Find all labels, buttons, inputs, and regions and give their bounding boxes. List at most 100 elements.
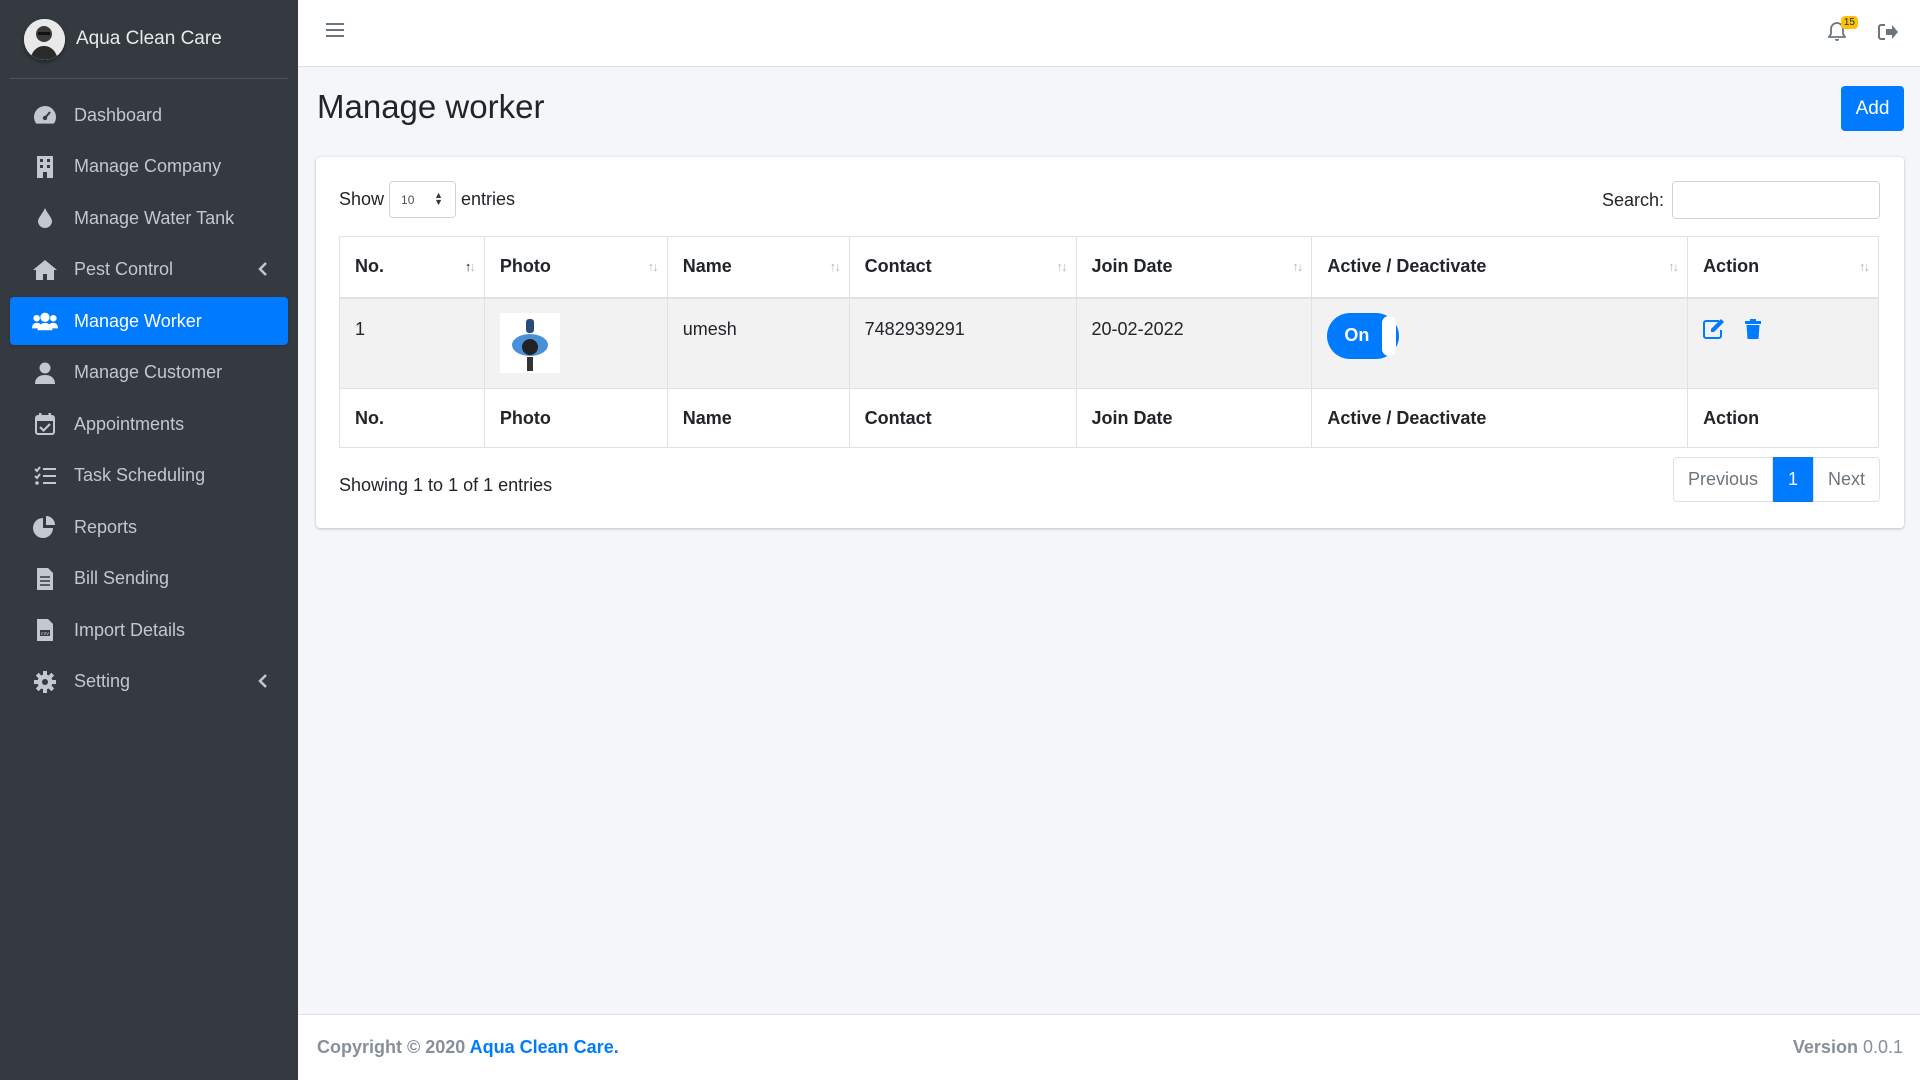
toggle-label: On [1344, 325, 1370, 345]
version-info: Version 0.0.1 [1793, 1037, 1903, 1058]
cell-join-date: 20-02-2022 [1075, 297, 1313, 389]
cell-photo [483, 297, 668, 389]
users-icon [32, 309, 58, 333]
page-1-button[interactable]: 1 [1773, 457, 1813, 502]
sort-asc-icon: ↑↓ [464, 259, 476, 274]
tachometer-icon [32, 103, 58, 127]
header-label: No. [355, 256, 384, 277]
column-header-name[interactable]: Name ↑↓ [666, 236, 850, 299]
notifications-bell-icon[interactable]: 15 [1827, 16, 1858, 47]
chevron-left-icon [258, 260, 268, 281]
sidebar-item-appointments[interactable]: Appointments [10, 400, 288, 448]
sidebar-item-manage-water-tank[interactable]: Manage Water Tank [10, 194, 288, 242]
sort-icon: ↑↓ [647, 259, 659, 274]
edit-icon[interactable] [1703, 318, 1725, 344]
sidebar-item-bill-sending[interactable]: Bill Sending [10, 555, 288, 603]
sort-icon: ↑↓ [1056, 259, 1068, 274]
footer-active: Active / Deactivate [1311, 388, 1689, 448]
sidebar-item-manage-company[interactable]: Manage Company [10, 143, 288, 191]
footer-action: Action [1687, 388, 1879, 448]
sidebar-item-label: Bill Sending [74, 568, 170, 588]
search-label: Search: [1601, 189, 1664, 210]
entries-label: entries [461, 189, 516, 209]
column-header-no[interactable]: No. ↑↓ [339, 236, 485, 299]
column-header-contact[interactable]: Contact ↑↓ [848, 236, 1077, 299]
hamburger-menu-icon[interactable] [326, 22, 344, 43]
column-header-join-date[interactable]: Join Date ↑↓ [1075, 236, 1313, 299]
trash-icon[interactable] [1745, 318, 1762, 344]
sidebar: Aqua Clean Care Dashboard Manage Company… [0, 0, 298, 1080]
calendar-check-icon [32, 412, 58, 436]
building-icon [32, 155, 58, 179]
cell-status: On [1311, 297, 1689, 389]
logout-icon[interactable] [1878, 23, 1898, 46]
brand-link[interactable]: Aqua Clean Care [10, 0, 288, 79]
sidebar-nav: Dashboard Manage Company Manage Water Ta… [0, 91, 298, 706]
water-drop-icon [32, 206, 58, 230]
row-actions [1703, 318, 1878, 344]
sort-icon: ↑↓ [1859, 259, 1870, 274]
file-csv-icon: csv [32, 618, 58, 642]
sidebar-item-manage-customer[interactable]: Manage Customer [10, 349, 288, 397]
sidebar-item-label: Dashboard [74, 104, 163, 125]
chevron-left-icon [258, 672, 268, 693]
page-length-select[interactable]: 10 ▲ ▼ [389, 181, 457, 218]
sidebar-item-label: Reports [74, 516, 138, 537]
sidebar-item-label: Pest Control [74, 259, 174, 279]
sidebar-item-label: Task Scheduling [74, 465, 206, 485]
brand-avatar [24, 18, 65, 60]
notification-count-badge: 15 [1840, 16, 1858, 29]
home-icon [32, 258, 58, 282]
sidebar-item-pest-control[interactable]: Pest Control [10, 246, 288, 294]
company-link[interactable]: Aqua Clean Care. [470, 1037, 619, 1057]
cell-no: 1 [339, 297, 485, 389]
next-page-button[interactable]: Next [1813, 457, 1880, 502]
worker-photo [499, 312, 560, 373]
sidebar-item-dashboard[interactable]: Dashboard [10, 91, 288, 139]
top-navbar: 15 [298, 0, 1920, 67]
tasks-icon [32, 464, 58, 488]
header-label: Join Date [1091, 256, 1173, 277]
search-control: Search: [1602, 181, 1880, 219]
table-header-row: No. ↑↓ Photo ↑↓ Name ↑↓ Contact ↑↓ Join Date… [339, 236, 1879, 299]
sidebar-item-task-scheduling[interactable]: Task Scheduling [10, 452, 288, 500]
sort-icon: ↑↓ [1668, 259, 1679, 274]
cell-name: umesh [666, 297, 850, 389]
active-toggle[interactable]: On [1327, 312, 1400, 359]
header-label: Action [1703, 256, 1760, 277]
sort-icon: ↑↓ [1292, 259, 1303, 274]
sidebar-item-label: Manage Company [74, 156, 222, 176]
sidebar-item-setting[interactable]: Setting [10, 658, 288, 706]
workers-table: No. ↑↓ Photo ↑↓ Name ↑↓ Contact ↑↓ Join Date… [339, 236, 1879, 448]
version-number: 0.0.1 [1862, 1037, 1903, 1057]
header-label: Active / Deactivate [1327, 256, 1487, 277]
add-worker-button[interactable]: Add [1841, 86, 1904, 131]
user-icon [32, 361, 58, 385]
table-row: 1 umesh 7482939291 20-02-2022 On [339, 297, 1879, 389]
sidebar-item-label: Import Details [74, 619, 186, 640]
footer-name: Name [666, 388, 850, 448]
column-header-active[interactable]: Active / Deactivate ↑↓ [1311, 236, 1689, 299]
sidebar-item-import-details[interactable]: csv Import Details [10, 606, 288, 654]
main-content: Manage worker Add Show 10 ▲ ▼ entries Sea… [298, 67, 1920, 1014]
header-label: Photo [499, 256, 551, 277]
sidebar-item-label: Manage Water Tank [74, 207, 235, 228]
show-label: Show [339, 189, 385, 209]
sidebar-item-label: Manage Worker [74, 310, 202, 331]
footer: Copyright © 2020 Aqua Clean Care. Versio… [298, 1014, 1920, 1080]
search-input[interactable] [1672, 181, 1880, 219]
column-header-photo[interactable]: Photo ↑↓ [483, 236, 668, 299]
column-header-action[interactable]: Action ↑↓ [1687, 236, 1879, 299]
file-invoice-icon [32, 567, 58, 591]
table-info: Showing 1 to 1 of 1 entries [339, 475, 553, 495]
sidebar-item-label: Setting [74, 671, 131, 691]
gear-icon [32, 670, 58, 694]
previous-page-button[interactable]: Previous [1673, 457, 1773, 502]
table-footer-row: No. Photo Name Contact Join Date Active … [339, 388, 1879, 448]
sort-icon: ↑↓ [829, 259, 841, 274]
footer-contact: Contact [848, 388, 1077, 448]
sidebar-item-manage-worker[interactable]: Manage Worker [10, 297, 288, 345]
page-title: Manage worker [317, 88, 545, 125]
sidebar-item-reports[interactable]: Reports [10, 503, 288, 551]
brand-name: Aqua Clean Care [76, 28, 222, 49]
